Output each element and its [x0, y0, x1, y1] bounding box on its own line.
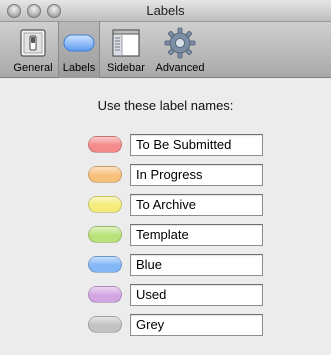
tab-advanced-label: Advanced	[155, 62, 205, 74]
label-row: Grey	[0, 314, 331, 336]
label-name-field[interactable]: In Progress	[130, 164, 263, 186]
label-row: Used	[0, 284, 331, 306]
label-color-swatch[interactable]	[88, 226, 122, 243]
label-color-swatch[interactable]	[88, 196, 122, 213]
tab-general[interactable]: General	[9, 22, 57, 78]
label-row: In Progress	[0, 164, 331, 186]
label-name-field[interactable]: To Be Submitted	[130, 134, 263, 156]
title-bar[interactable]: Labels	[0, 0, 331, 22]
pane-heading: Use these label names:	[97, 98, 234, 113]
label-name-field[interactable]: Used	[130, 284, 263, 306]
tab-labels-label: Labels	[62, 62, 96, 74]
labels-pane: Use these label names: To Be Submitted I…	[0, 79, 331, 355]
tab-advanced[interactable]: Advanced	[150, 22, 210, 78]
sidebar-window-icon	[110, 27, 142, 59]
label-color-swatch[interactable]	[88, 136, 122, 153]
tab-sidebar-label: Sidebar	[107, 62, 145, 74]
preferences-toolbar: General Labels Sidebar Advanced	[0, 22, 331, 78]
label-color-swatch[interactable]	[88, 256, 122, 273]
label-color-swatch[interactable]	[88, 316, 122, 333]
label-name-field[interactable]: Template	[130, 224, 263, 246]
window-title: Labels	[146, 3, 185, 18]
gear-icon	[164, 27, 196, 59]
label-name-field[interactable]: To Archive	[130, 194, 263, 216]
switch-icon	[17, 27, 49, 59]
label-row: Template	[0, 224, 331, 246]
label-row: Blue	[0, 254, 331, 276]
labels-preferences-window: Labels General Labels Sidebar Advanced U…	[0, 0, 331, 355]
label-color-swatch[interactable]	[88, 286, 122, 303]
label-name-field[interactable]: Blue	[130, 254, 263, 276]
label-pill-icon	[63, 27, 95, 59]
label-row: To Be Submitted	[0, 134, 331, 156]
tab-labels[interactable]: Labels	[58, 22, 100, 78]
label-color-swatch[interactable]	[88, 166, 122, 183]
label-name-field[interactable]: Grey	[130, 314, 263, 336]
tab-general-label: General	[13, 62, 53, 74]
tab-sidebar[interactable]: Sidebar	[103, 22, 149, 78]
label-row: To Archive	[0, 194, 331, 216]
